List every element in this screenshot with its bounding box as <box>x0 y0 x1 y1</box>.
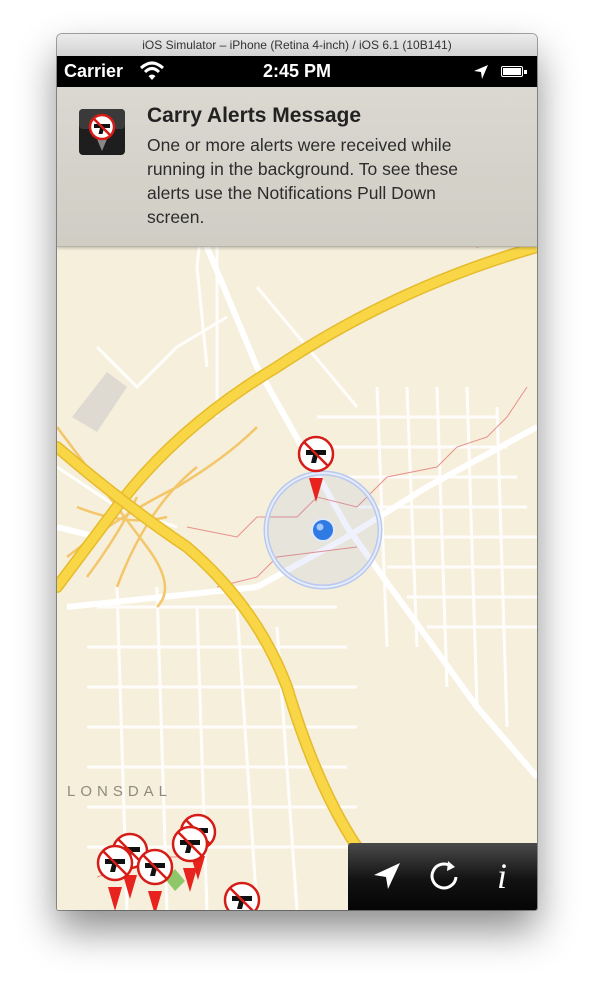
alert-body: One or more alerts were received while r… <box>147 133 525 229</box>
alert-body-line: One or more alerts were received while <box>147 135 452 155</box>
status-time: 2:45 PM <box>262 61 332 81</box>
status-bar: Carrier 2:45 PM <box>57 56 537 87</box>
app-icon <box>79 109 125 155</box>
map-toolbar: i <box>348 843 537 910</box>
alert-body-line: alerts use the Notifications Pull Down <box>147 183 436 203</box>
info-button[interactable]: i <box>479 853 525 899</box>
refresh-button[interactable] <box>421 853 467 899</box>
notification-banner[interactable]: Carry Alerts Message One or more alerts … <box>57 87 537 247</box>
user-location-dot <box>311 518 335 542</box>
alert-body-line: running in the background. To see these <box>147 159 459 179</box>
window-title: iOS Simulator – iPhone (Retina 4-inch) /… <box>142 38 452 52</box>
map-place-label: LONSDAL <box>67 783 173 800</box>
location-services-icon <box>474 65 488 79</box>
alert-title: Carry Alerts Message <box>147 104 361 127</box>
locate-me-button[interactable] <box>364 853 410 899</box>
battery-icon <box>501 66 527 77</box>
simulator-window: iOS Simulator – iPhone (Retina 4-inch) /… <box>57 34 537 910</box>
alert-pin[interactable] <box>223 881 261 910</box>
alert-body-line: screen. <box>147 207 205 227</box>
window-titlebar: iOS Simulator – iPhone (Retina 4-inch) /… <box>57 34 537 57</box>
